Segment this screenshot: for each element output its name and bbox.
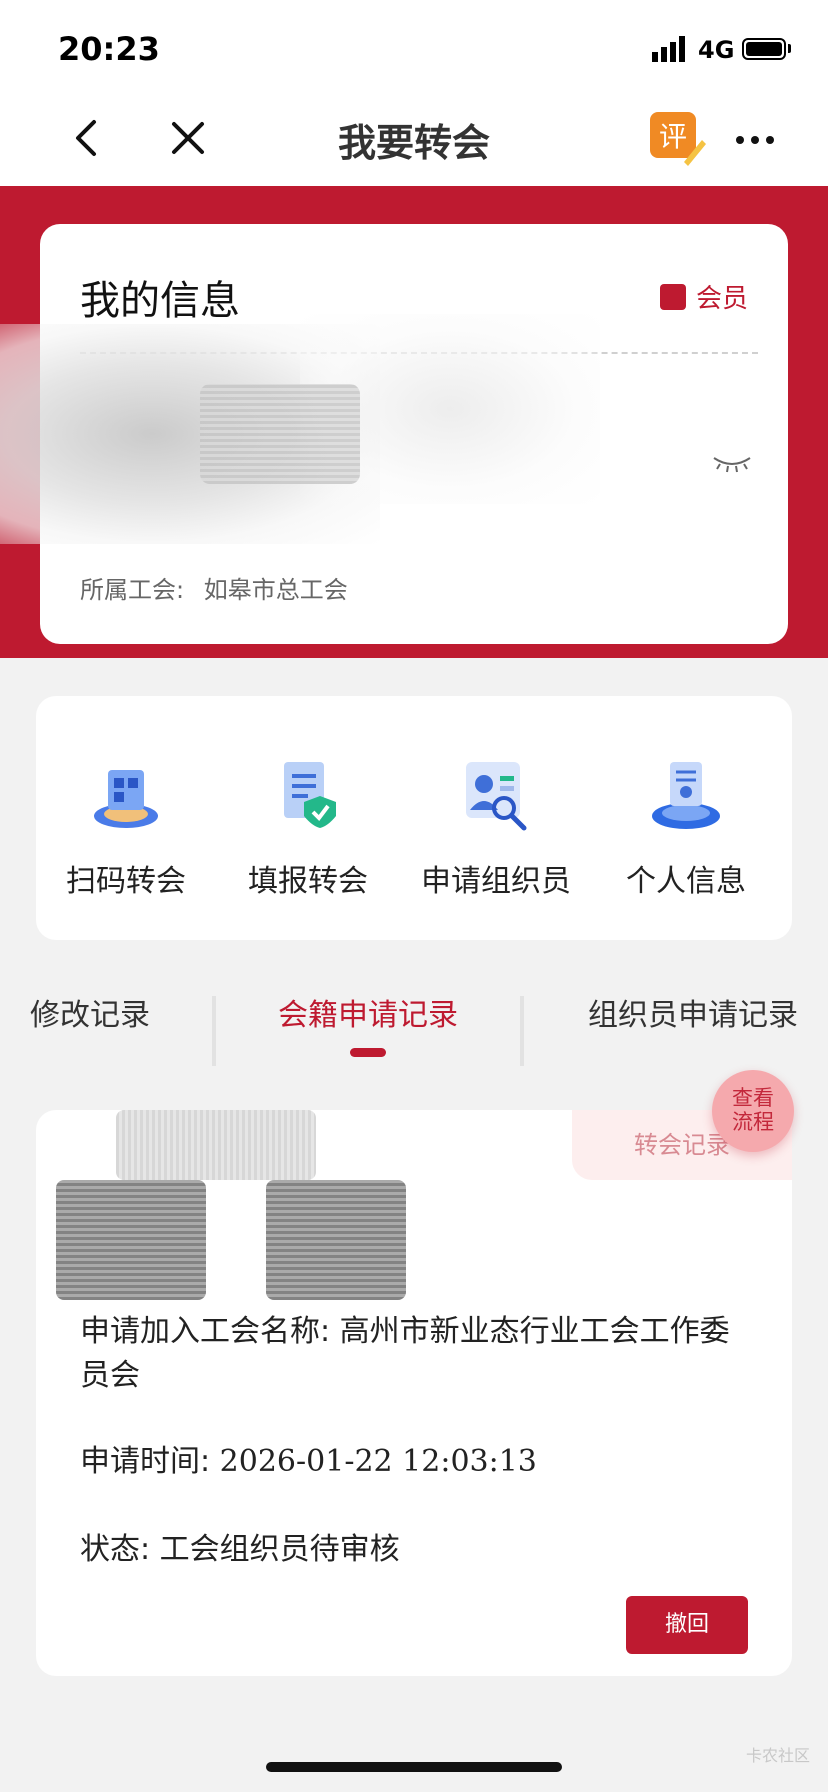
organizer-apply-icon [466,762,527,831]
action-menu: 扫码转会 填报转会 申请组织员 个人信息 [36,696,792,940]
network-type: 4G [698,36,735,64]
redacted-area [266,1180,406,1300]
menu-item-form-transfer[interactable]: 填报转会 [218,754,398,900]
union-label: 所属工会: [80,576,185,604]
member-badge-label: 会员 [695,284,748,314]
battery-icon [742,38,786,60]
union-name-label: 申请加入工会名称: [80,1314,331,1349]
watermark: 卡农社区 [745,1746,810,1765]
rate-icon[interactable]: 评 [648,110,706,168]
status-bar: 20:23 4G [0,0,828,92]
time-label: 申请时间: [80,1444,211,1479]
time-value: 2026-01-22 12:03:13 [219,1444,537,1479]
menu-label: 申请组织员 [421,864,571,899]
active-tab-indicator [350,1048,386,1057]
tab-divider [520,996,524,1066]
tab-organizer-records[interactable]: 组织员申请记录 [588,990,798,1034]
application-record-card: 转会记录 申请加入工会名称: 高州市新业态行业工会工作委员会 申请时间: 202… [36,1110,792,1676]
menu-item-personal-info[interactable]: 个人信息 [596,754,776,900]
view-process-button[interactable]: 查看 流程 [712,1070,794,1152]
record-time: 申请时间: 2026-01-22 12:03:13 [80,1440,732,1484]
withdraw-button[interactable]: 撤回 [626,1596,748,1654]
scan-transfer-icon [94,770,158,828]
personal-info-icon [652,762,720,829]
union-affiliation: 所属工会: 如皋市总工会 [80,570,348,605]
record-status: 状态: 工会组织员待审核 [80,1528,732,1572]
status-time: 20:23 [58,30,160,68]
nav-bar: 我要转会 评 [0,92,828,186]
my-info-card: 我的信息 会员 所属工会: 如皋市总工会 [0,224,788,644]
record-union-name: 申请加入工会名称: 高州市新业态行业工会工作委员会 [80,1310,732,1398]
menu-label: 扫码转会 [66,864,186,899]
menu-label: 个人信息 [626,864,746,899]
tab-membership-records[interactable]: 会籍申请记录 [278,990,458,1034]
member-badge: 会员 [659,278,748,315]
signal-icon [652,36,685,62]
eye-closed-icon[interactable] [712,454,752,474]
union-value: 如皋市总工会 [203,576,348,604]
menu-item-scan-transfer[interactable]: 扫码转会 [36,754,216,900]
view-process-line1: 查看 [732,1086,774,1110]
redacted-area [116,1110,316,1180]
redacted-area [200,384,360,484]
more-icon[interactable] [734,120,776,160]
tab-modify-records[interactable]: 修改记录 [30,990,150,1034]
member-badge-icon [659,283,686,310]
battery-tip [788,44,791,53]
tab-divider [212,996,216,1066]
status-value: 工会组织员待审核 [159,1532,400,1567]
record-tabs: 修改记录 会籍申请记录 组织员申请记录 [0,960,828,1080]
info-title: 我的信息 [80,278,240,324]
rate-icon-text: 评 [659,120,687,153]
redacted-area [56,1180,206,1300]
home-indicator[interactable] [266,1762,562,1772]
menu-item-organizer-apply[interactable]: 申请组织员 [406,754,586,900]
form-transfer-icon [284,762,336,828]
menu-label: 填报转会 [248,864,368,899]
status-label: 状态: [80,1532,151,1567]
view-process-line2: 流程 [732,1110,774,1134]
